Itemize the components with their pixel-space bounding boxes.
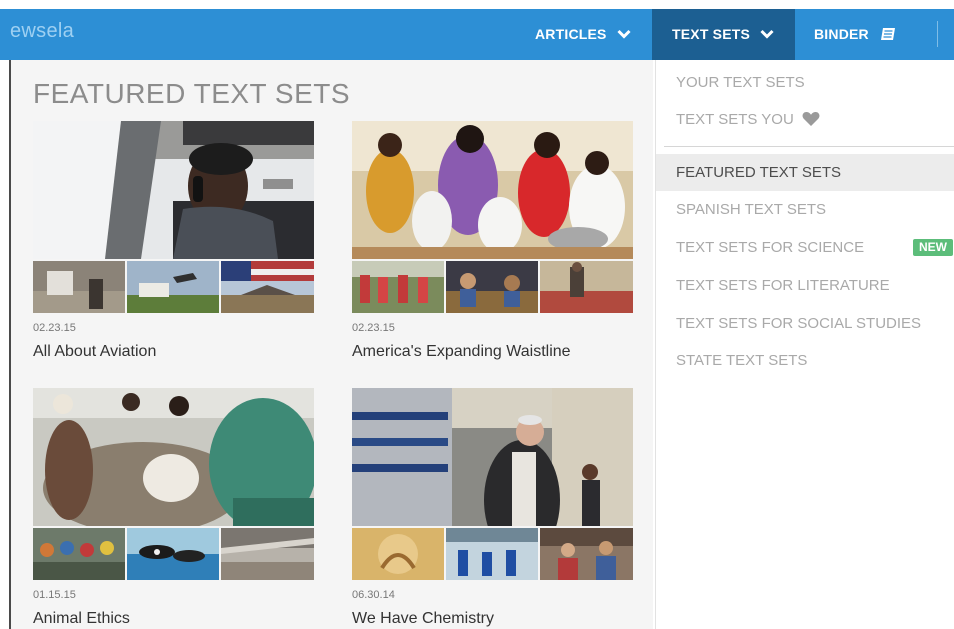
menu-item-label: TEXT SETS YOU [676, 111, 794, 128]
nav-textsets-menu[interactable]: TEXT SETS [652, 9, 795, 60]
card-hero-image[interactable] [33, 388, 314, 526]
menu-item-state-text-sets[interactable]: STATE TEXT SETS [656, 342, 954, 379]
thumbnail-image [352, 528, 444, 580]
card-thumbnails [352, 261, 633, 313]
chevron-down-icon [617, 29, 631, 39]
nav-top-strip [0, 0, 954, 9]
new-badge: NEW [913, 239, 953, 256]
menu-item-label: TEXT SETS FOR SCIENCE [676, 239, 865, 256]
menu-separator [664, 146, 954, 147]
thumbnail-image [540, 528, 633, 580]
menu-item-text-sets-for-science[interactable]: TEXT SETS FOR SCIENCE NEW [656, 229, 954, 266]
thumbnail-image [127, 261, 219, 313]
top-nav: ewsela ARTICLES TEXT SETS BINDER [0, 0, 954, 60]
card-thumbnails [33, 528, 314, 580]
text-sets-dropdown: YOUR TEXT SETS TEXT SETS YOU FEATURED TE… [655, 60, 954, 629]
menu-item-spanish-text-sets[interactable]: SPANISH TEXT SETS [656, 191, 954, 228]
card-title[interactable]: All About Aviation [33, 343, 156, 361]
featured-text-sets-panel: FEATURED TEXT SETS 02.23.15 All About Av… [11, 60, 653, 629]
card-thumbnails [33, 261, 314, 313]
menu-item-label: STATE TEXT SETS [676, 352, 808, 369]
menu-item-label: YOUR TEXT SETS [676, 74, 805, 91]
card-title[interactable]: We Have Chemistry [352, 610, 494, 628]
nav-articles-menu[interactable]: ARTICLES [535, 9, 631, 60]
thumbnail-image [540, 261, 633, 313]
thumbnail-image [33, 528, 125, 580]
page-title: FEATURED TEXT SETS [33, 78, 351, 109]
book-icon [880, 27, 895, 40]
card-title[interactable]: Animal Ethics [33, 610, 130, 628]
card-hero-image[interactable] [352, 121, 633, 259]
card-date: 02.23.15 [33, 322, 76, 334]
nav-articles-label: ARTICLES [535, 26, 607, 42]
thumbnail-image [221, 528, 314, 580]
thumbnail-image [352, 261, 444, 313]
menu-item-featured-text-sets[interactable]: FEATURED TEXT SETS [656, 154, 954, 191]
card-date: 06.30.14 [352, 589, 395, 601]
card-hero-image[interactable] [352, 388, 633, 526]
thumbnail-image [446, 528, 538, 580]
card-thumbnails [352, 528, 633, 580]
nav-binder-link[interactable]: BINDER [814, 9, 897, 60]
brand-logo[interactable]: ewsela [10, 20, 74, 43]
thumbnail-image [127, 528, 219, 580]
card-hero-image[interactable] [33, 121, 314, 259]
thumbnail-image [33, 261, 125, 313]
thumbnail-image [446, 261, 538, 313]
menu-item-text-sets-for-social-studies[interactable]: TEXT SETS FOR SOCIAL STUDIES [656, 305, 954, 342]
menu-item-text-sets-for-literature[interactable]: TEXT SETS FOR LITERATURE [656, 267, 954, 304]
card-title[interactable]: America's Expanding Waistline [352, 343, 571, 361]
card-date: 01.15.15 [33, 589, 76, 601]
nav-binder-label: BINDER [814, 26, 869, 42]
nav-textsets-label: TEXT SETS [672, 26, 751, 42]
menu-item-text-sets-you-heart[interactable]: TEXT SETS YOU [656, 101, 954, 138]
menu-item-label: TEXT SETS FOR SOCIAL STUDIES [676, 315, 922, 332]
card-date: 02.23.15 [352, 322, 395, 334]
menu-item-label: SPANISH TEXT SETS [676, 201, 827, 218]
menu-item-your-text-sets[interactable]: YOUR TEXT SETS [656, 64, 954, 101]
thumbnail-image [221, 261, 314, 313]
nav-divider [937, 21, 938, 47]
heart-icon [802, 111, 820, 126]
menu-item-label: TEXT SETS FOR LITERATURE [676, 277, 890, 294]
menu-item-label: FEATURED TEXT SETS [676, 164, 842, 181]
chevron-down-icon [760, 29, 774, 39]
